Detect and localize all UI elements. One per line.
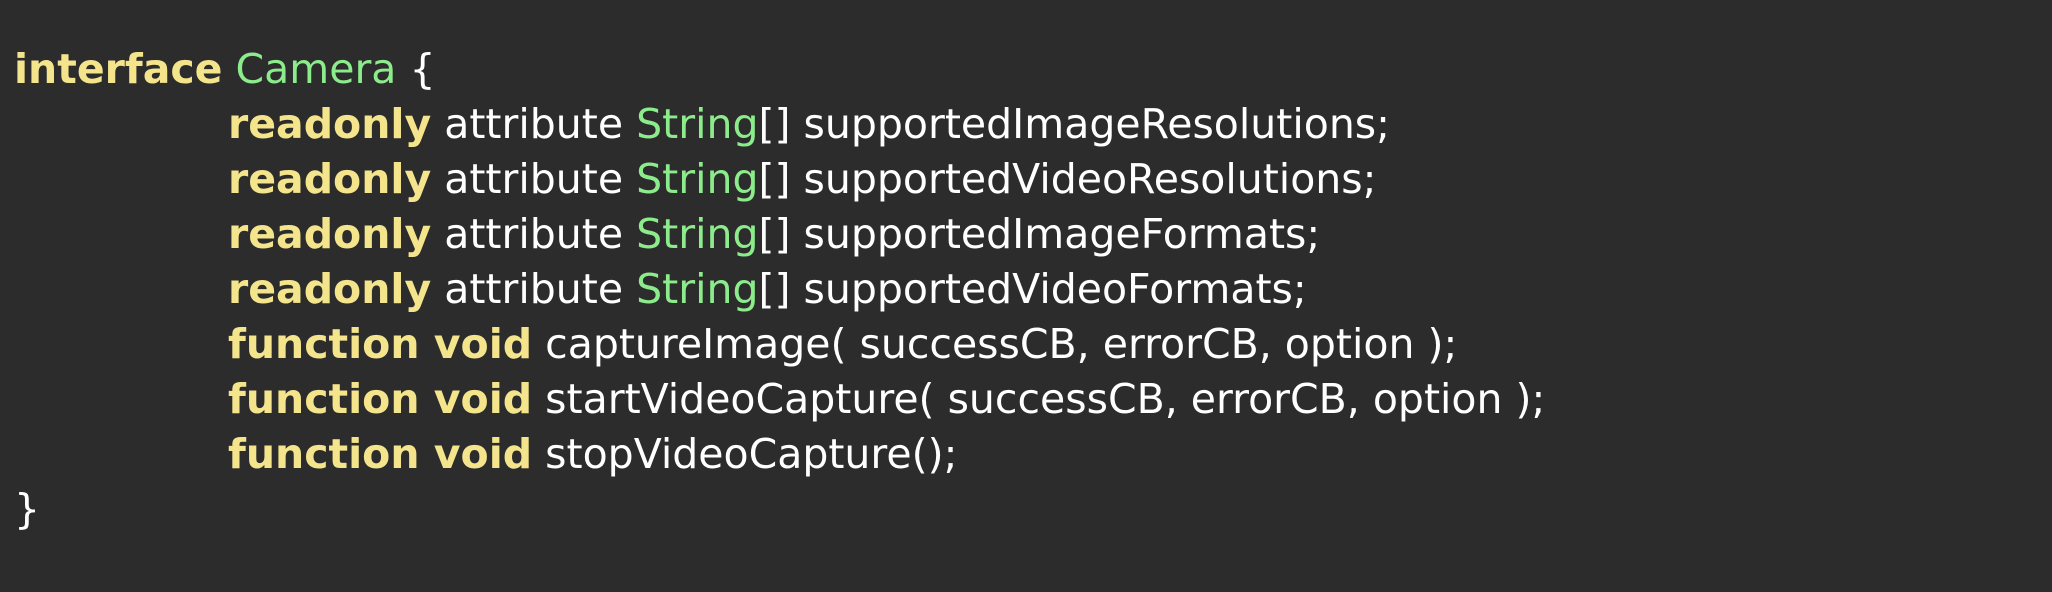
- attribute-declaration: [] supportedVideoResolutions;: [758, 155, 1377, 203]
- function-signature: startVideoCapture( successCB, errorCB, o…: [545, 375, 1546, 423]
- attribute-declaration: [] supportedImageFormats;: [758, 210, 1321, 258]
- code-line-attribute-video-formats: readonly attribute String[] supportedVid…: [14, 262, 2052, 317]
- code-line-closing-brace: }: [14, 482, 2052, 537]
- code-line-attribute-image-formats: readonly attribute String[] supportedIma…: [14, 207, 2052, 262]
- attribute-declaration: [] supportedVideoFormats;: [758, 265, 1307, 313]
- code-line-function-start-video-capture: function void startVideoCapture( success…: [14, 372, 2052, 427]
- function-signature: captureImage( successCB, errorCB, option…: [545, 320, 1458, 368]
- type-string: String: [636, 210, 759, 258]
- keyword-function-void: function void: [228, 375, 533, 423]
- keyword-attribute: attribute: [444, 210, 624, 258]
- keyword-function-void: function void: [228, 320, 533, 368]
- keyword-readonly: readonly: [228, 210, 432, 258]
- code-line-interface-declaration: interface Camera {: [14, 42, 2052, 97]
- type-string: String: [636, 100, 759, 148]
- open-brace: {: [409, 45, 436, 93]
- code-line-function-capture-image: function void captureImage( successCB, e…: [14, 317, 2052, 372]
- type-string: String: [636, 155, 759, 203]
- keyword-readonly: readonly: [228, 155, 432, 203]
- code-line-attribute-image-resolutions: readonly attribute String[] supportedIma…: [14, 97, 2052, 152]
- keyword-interface: interface: [14, 45, 223, 93]
- keyword-readonly: readonly: [228, 100, 432, 148]
- attribute-declaration: [] supportedImageResolutions;: [758, 100, 1390, 148]
- keyword-attribute: attribute: [444, 100, 624, 148]
- close-brace: }: [14, 485, 41, 533]
- interface-name: Camera: [235, 45, 397, 93]
- type-string: String: [636, 265, 759, 313]
- keyword-attribute: attribute: [444, 265, 624, 313]
- keyword-attribute: attribute: [444, 155, 624, 203]
- keyword-readonly: readonly: [228, 265, 432, 313]
- code-editor-view: interface Camera { readonly attribute St…: [0, 0, 2052, 592]
- code-line-attribute-video-resolutions: readonly attribute String[] supportedVid…: [14, 152, 2052, 207]
- keyword-function-void: function void: [228, 430, 533, 478]
- function-signature: stopVideoCapture();: [545, 430, 958, 478]
- code-line-function-stop-video-capture: function void stopVideoCapture();: [14, 427, 2052, 482]
